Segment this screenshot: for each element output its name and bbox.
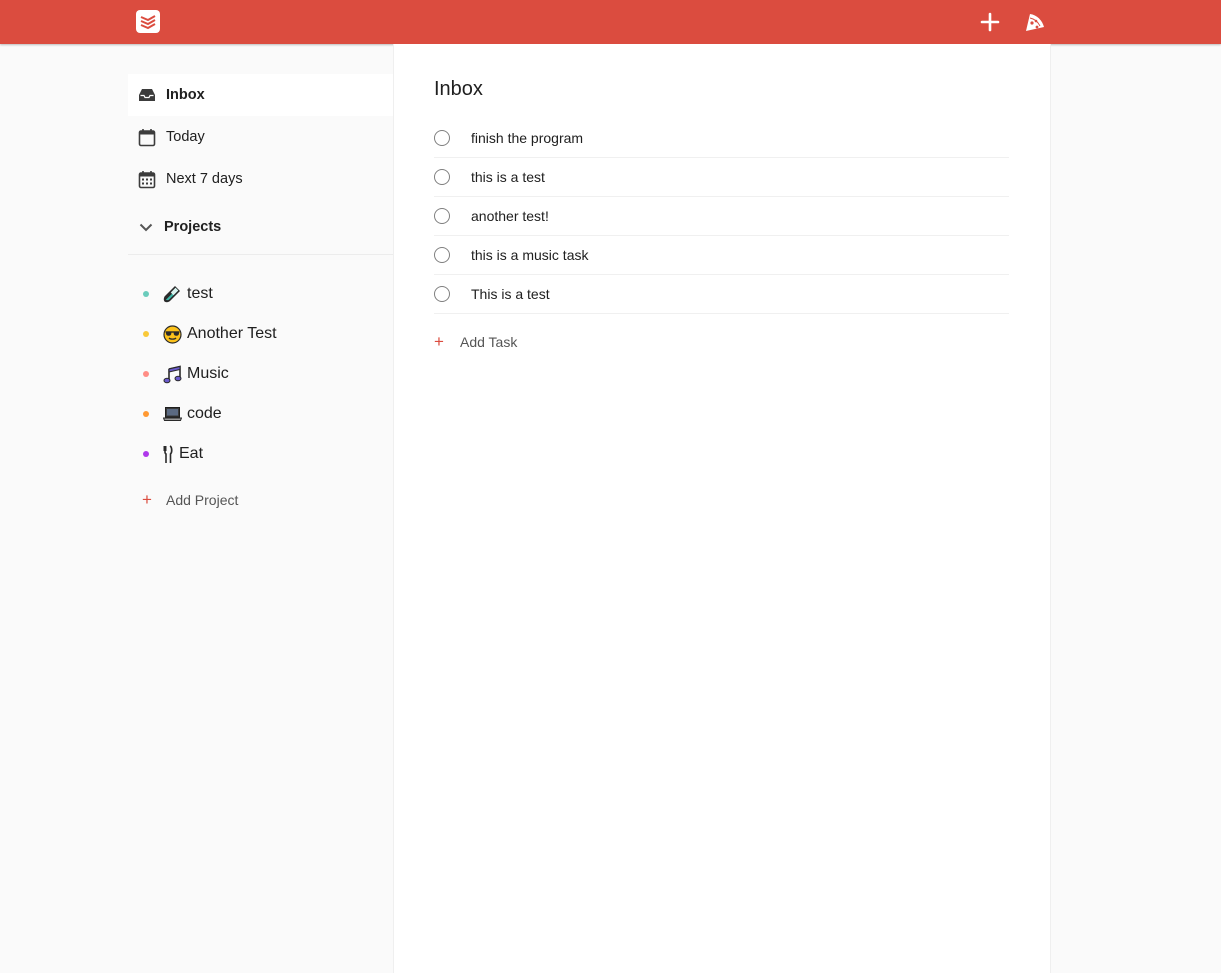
task-label: finish the program xyxy=(471,130,584,146)
add-task-button[interactable]: + Add Task xyxy=(434,332,517,352)
project-color-dot xyxy=(143,411,149,417)
sidebar-item-project-another-test[interactable]: Another Test xyxy=(128,314,393,354)
projects-toggle[interactable]: Projects xyxy=(128,200,393,255)
test-tube-icon xyxy=(162,284,182,304)
task-item[interactable]: this is a test xyxy=(434,158,1009,197)
sidebar: Inbox Today Next 7 days Projects test An… xyxy=(128,74,393,514)
task-checkbox[interactable] xyxy=(434,208,450,224)
task-list: finish the program this is a test anothe… xyxy=(434,119,1009,314)
add-project-label: Add Project xyxy=(166,492,239,508)
project-color-dot xyxy=(143,291,149,297)
task-checkbox[interactable] xyxy=(434,130,450,146)
sidebar-item-label: Today xyxy=(166,129,205,145)
productivity-icon xyxy=(1026,14,1044,31)
productivity-button[interactable] xyxy=(1021,8,1049,36)
top-bar xyxy=(0,0,1221,44)
task-checkbox[interactable] xyxy=(434,286,450,302)
plus-icon: + xyxy=(434,332,444,351)
fork-and-knife-icon xyxy=(162,444,174,464)
add-task-label: Add Task xyxy=(460,334,518,350)
sidebar-item-next-7-days[interactable]: Next 7 days xyxy=(128,158,393,200)
sidebar-item-today[interactable]: Today xyxy=(128,116,393,158)
sidebar-item-label: Inbox xyxy=(166,87,205,103)
project-label: code xyxy=(187,405,222,422)
task-label: another test! xyxy=(471,208,549,224)
calendar-icon xyxy=(137,127,157,147)
plus-icon: + xyxy=(142,490,152,509)
sidebar-item-label: Next 7 days xyxy=(166,171,243,187)
project-label: Music xyxy=(187,365,229,382)
plus-icon xyxy=(980,12,1000,32)
project-label: Another Test xyxy=(187,325,277,342)
page-title: Inbox xyxy=(434,78,483,100)
task-checkbox[interactable] xyxy=(434,247,450,263)
sidebar-item-inbox[interactable]: Inbox xyxy=(128,74,393,116)
project-color-dot xyxy=(143,371,149,377)
project-label: Eat xyxy=(179,445,204,462)
projects-label: Projects xyxy=(164,219,222,235)
project-color-dot xyxy=(143,451,149,457)
sidebar-item-project-eat[interactable]: Eat xyxy=(128,434,393,474)
task-checkbox[interactable] xyxy=(434,169,450,185)
task-label: This is a test xyxy=(471,286,550,302)
task-item[interactable]: another test! xyxy=(434,197,1009,236)
quick-add-button[interactable] xyxy=(976,8,1004,36)
project-list: test Another Test Music code Eat xyxy=(128,255,393,474)
project-label: test xyxy=(187,285,213,302)
project-color-dot xyxy=(143,331,149,337)
sidebar-item-project-code[interactable]: code xyxy=(128,394,393,434)
sidebar-item-project-music[interactable]: Music xyxy=(128,354,393,394)
task-item[interactable]: This is a test xyxy=(434,275,1009,314)
todoist-logo-icon[interactable] xyxy=(136,10,160,33)
sidebar-item-project-test[interactable]: test xyxy=(128,274,393,314)
add-project-button[interactable]: + Add Project xyxy=(128,486,393,514)
task-label: this is a music task xyxy=(471,247,589,263)
chevron-down-icon xyxy=(136,223,156,232)
task-item[interactable]: this is a music task xyxy=(434,236,1009,275)
task-label: this is a test xyxy=(471,169,545,185)
music-notes-icon xyxy=(162,364,182,384)
calendar-week-icon xyxy=(137,169,157,189)
inbox-icon xyxy=(137,85,157,105)
task-item[interactable]: finish the program xyxy=(434,119,1009,158)
laptop-icon xyxy=(162,404,182,424)
main-content: Inbox finish the program this is a test … xyxy=(393,44,1051,973)
sunglasses-face-icon xyxy=(162,324,182,344)
